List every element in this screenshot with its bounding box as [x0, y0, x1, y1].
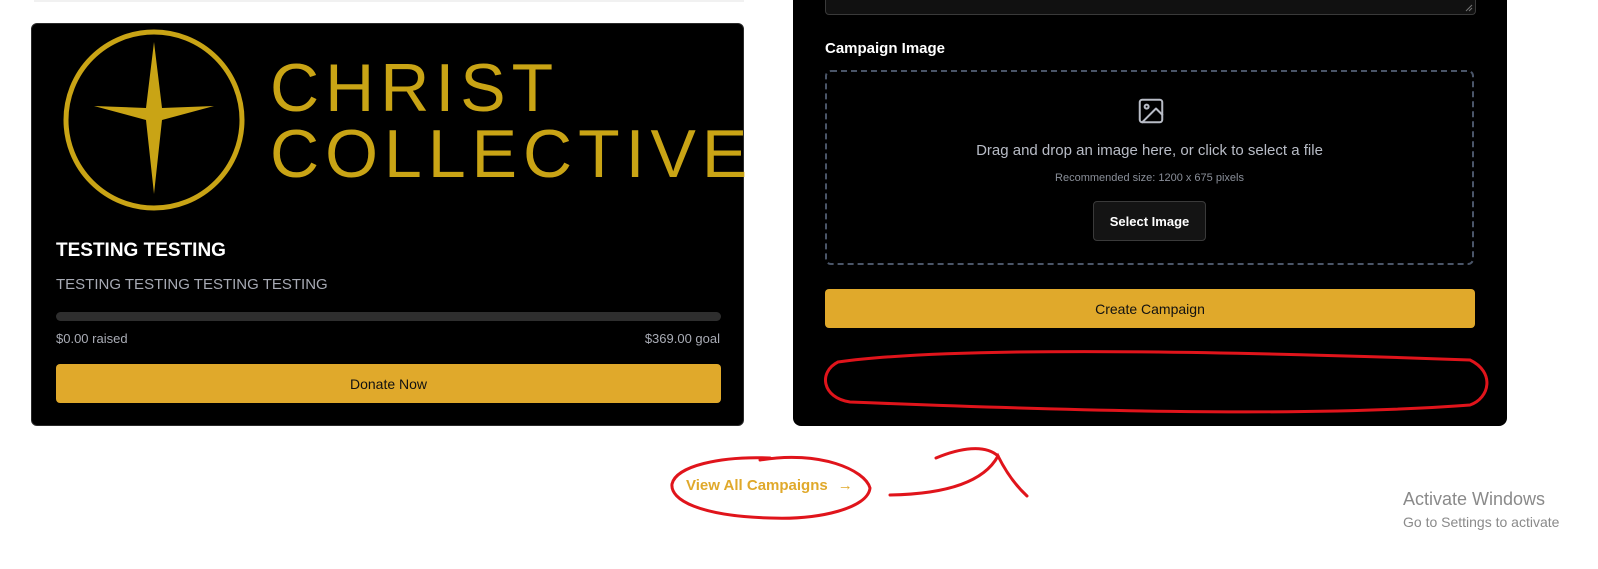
funding-progress-bar	[56, 312, 721, 321]
campaign-title: TESTING TESTING	[56, 240, 226, 261]
four-point-star-icon	[94, 42, 214, 194]
campaign-image-label: Campaign Image	[825, 40, 946, 57]
select-image-button[interactable]: Select Image	[1093, 201, 1206, 241]
view-all-campaigns-link[interactable]: View All Campaigns →	[686, 477, 853, 494]
amount-raised: $0.00 raised	[56, 331, 128, 346]
brand-name-line1: CHRIST	[270, 50, 560, 126]
red-arrow-stroke	[888, 452, 1029, 498]
brand-name-line2: COLLECTIVE	[270, 116, 754, 192]
campaign-description: TESTING TESTING TESTING TESTING	[56, 276, 328, 293]
funding-goal: $369.00 goal	[644, 331, 720, 346]
arrow-right-icon: →	[837, 477, 853, 494]
campaign-card: CHRIST COLLECTIVE TESTING TESTING TESTIN…	[31, 23, 747, 426]
dropzone-size-hint: Recommended size: 1200 x 675 pixels	[1055, 172, 1244, 184]
windows-activation-title: Activate Windows	[1403, 489, 1546, 509]
previous-card-edge	[34, 0, 744, 2]
windows-activation-subtitle: Go to Settings to activate	[1403, 514, 1560, 530]
donate-now-button[interactable]: Donate Now	[56, 364, 721, 403]
dropzone-instructions: Drag and drop an image here, or click to…	[976, 142, 1323, 159]
description-textarea[interactable]	[825, 0, 1476, 15]
image-dropzone[interactable]: Drag and drop an image here, or click to…	[825, 70, 1474, 265]
resize-grip-icon[interactable]	[1465, 4, 1473, 12]
create-campaign-button[interactable]: Create Campaign	[825, 289, 1475, 328]
christ-collective-logo	[63, 29, 245, 211]
view-all-campaigns-label: View All Campaigns	[686, 477, 828, 494]
create-campaign-panel: Campaign Image Drag and drop an image he…	[793, 0, 1507, 426]
image-icon	[1138, 98, 1164, 124]
red-arrow-hook	[934, 447, 1000, 460]
